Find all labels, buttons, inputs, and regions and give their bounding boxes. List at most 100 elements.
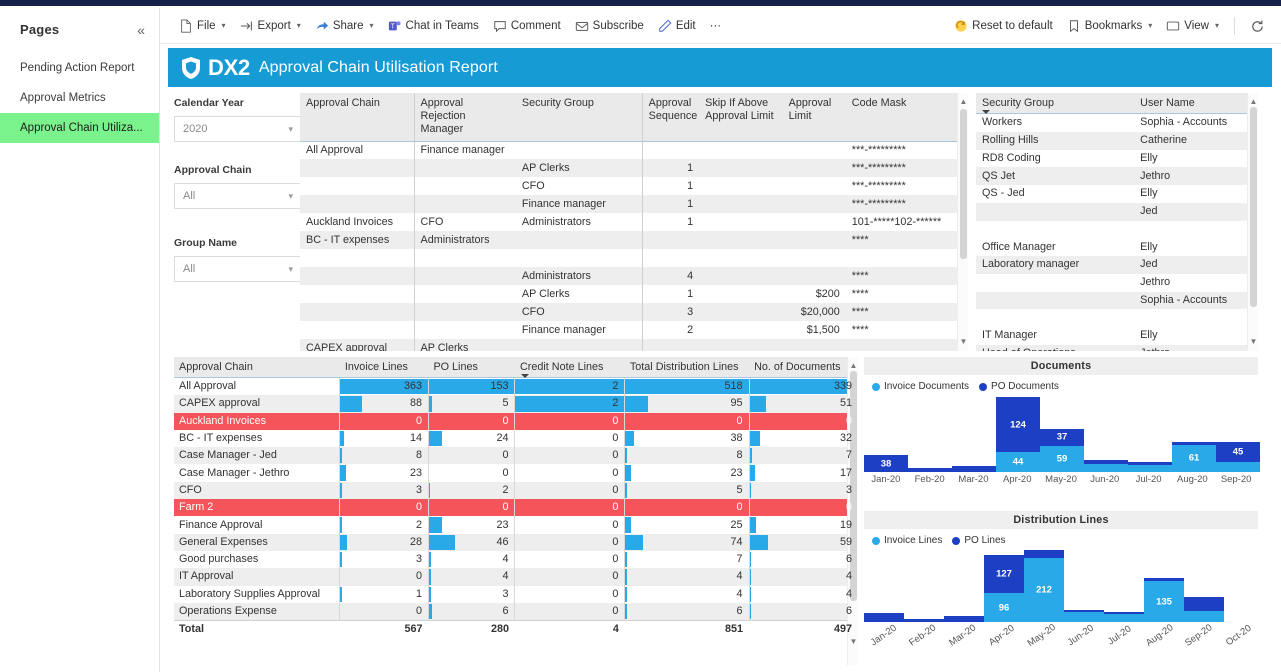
table-row[interactable]: Head of OperationsJethro	[976, 345, 1258, 351]
table-row[interactable]: IT ManagerElly	[976, 327, 1258, 345]
table-row[interactable]: Sophia - Accounts	[976, 292, 1258, 310]
view-menu-button[interactable]: View ▾	[1159, 16, 1226, 36]
chart-bar-column[interactable]: 12796	[984, 555, 1024, 622]
matrix-col-approval-chain[interactable]: Approval Chain	[300, 93, 414, 141]
table-row[interactable]: General Expenses284607459	[174, 534, 858, 551]
comment-button[interactable]: Comment	[486, 16, 568, 36]
summary-col-po-lines[interactable]: PO Lines	[428, 357, 515, 378]
chart-bar-column[interactable]: 61	[1172, 442, 1216, 472]
chart-bar-column[interactable]	[1184, 597, 1224, 622]
legend-item-po-documents[interactable]: PO Documents	[979, 381, 1059, 392]
table-row[interactable]	[976, 221, 1258, 239]
scroll-up-icon[interactable]: ▲	[958, 95, 968, 109]
chart-bar-column[interactable]	[1084, 460, 1128, 472]
table-row[interactable]: Finance Approval22302519	[174, 516, 858, 533]
table-row[interactable]	[300, 249, 968, 267]
slicer-group-name-dropdown[interactable]: All ▾	[174, 256, 302, 282]
table-row[interactable]: All ApprovalFinance manager ***-********…	[300, 141, 968, 159]
security-vertical-scrollbar[interactable]: ▲ ▼	[1247, 93, 1258, 351]
table-row[interactable]: Operations Expense06066	[174, 603, 858, 621]
export-menu-button[interactable]: Export ▾	[233, 16, 308, 36]
table-row[interactable]: CFO32053	[174, 482, 858, 499]
chart-bar-column[interactable]: 212	[1024, 550, 1064, 622]
chart-bar-column[interactable]	[1128, 462, 1172, 472]
table-row[interactable]: RD8 CodingElly	[976, 150, 1258, 168]
file-menu-button[interactable]: File ▾	[172, 16, 233, 36]
slicer-approval-chain-dropdown[interactable]: All ▾	[174, 183, 302, 209]
reset-to-default-button[interactable]: Reset to default	[947, 16, 1060, 36]
security-col-user-name[interactable]: User Name	[1134, 93, 1258, 114]
table-row[interactable]: Good purchases34076	[174, 551, 858, 568]
chart-bar-column[interactable]	[908, 468, 952, 472]
chart-bar-column[interactable]: 38	[864, 455, 908, 472]
table-row[interactable]: Case Manager - Jethro23002317	[174, 464, 858, 481]
chart-bar-column[interactable]	[1104, 612, 1144, 622]
table-row[interactable]: IT Approval04044	[174, 568, 858, 585]
chat-in-teams-button[interactable]: T Chat in Teams	[381, 16, 486, 36]
table-row[interactable]: QS - JedElly	[976, 185, 1258, 203]
chart-bar-column[interactable]: 12444	[996, 397, 1040, 472]
share-menu-button[interactable]: Share ▾	[308, 16, 381, 36]
chart-bar-column[interactable]	[944, 616, 984, 622]
table-row[interactable]: Jethro	[976, 274, 1258, 292]
edit-button[interactable]: Edit	[651, 16, 703, 36]
sidebar-item-approval-metrics[interactable]: Approval Metrics	[0, 83, 159, 113]
summary-col-credit-note-lines[interactable]: Credit Note Lines	[515, 357, 625, 378]
table-row[interactable]: Case Manager - Jed80087	[174, 447, 858, 464]
legend-item-invoice-lines[interactable]: Invoice Lines	[872, 535, 942, 546]
table-row[interactable]: All Approval3631532518339	[174, 378, 858, 396]
security-group-table-visual[interactable]: Security Group User Name WorkersSophia -…	[976, 93, 1258, 351]
table-row[interactable]: QS JetJethro	[976, 167, 1258, 185]
table-row[interactable]: AP Clerks1 $200****	[300, 285, 968, 303]
summary-col-invoice-lines[interactable]: Invoice Lines	[340, 357, 429, 378]
table-row[interactable]: Auckland Invoices00000	[174, 413, 858, 430]
chart-bar-column[interactable]: 135	[1144, 578, 1184, 622]
table-row[interactable]: BC - IT expensesAdministrators ****	[300, 231, 968, 249]
summary-col-total-distribution-lines[interactable]: Total Distribution Lines	[625, 357, 749, 378]
legend-item-invoice-documents[interactable]: Invoice Documents	[872, 381, 969, 392]
slicer-calendar-year-dropdown[interactable]: 2020 ▾	[174, 116, 302, 142]
table-row[interactable]: CAPEX approval88529551	[174, 395, 858, 412]
security-col-security-group[interactable]: Security Group	[976, 93, 1134, 114]
summary-col-no-of-documents[interactable]: No. of Documents	[749, 357, 858, 378]
table-row[interactable]: Office ManagerElly	[976, 238, 1258, 256]
table-row[interactable]: CAPEX approvalAP Clerks	[300, 339, 968, 351]
matrix-col-skip-if-above-approval-limit[interactable]: Skip If Above Approval Limit	[699, 93, 783, 141]
scroll-down-icon[interactable]: ▼	[848, 635, 858, 649]
security-scroll-thumb[interactable]	[1250, 107, 1257, 307]
chart-bar-column[interactable]: 45	[1216, 442, 1260, 472]
approval-chain-summary-table-visual[interactable]: Approval Chain Invoice Lines PO Lines Cr…	[174, 357, 858, 665]
matrix-col-approval-rejection-manager[interactable]: Approval Rejection Manager	[414, 93, 516, 141]
summary-col-approval-chain[interactable]: Approval Chain	[174, 357, 340, 378]
approval-chain-matrix-visual[interactable]: Approval Chain Approval Rejection Manage…	[300, 93, 968, 351]
chart-bar-column[interactable]: 3759	[1040, 429, 1084, 472]
matrix-col-approval-limit[interactable]: Approval Limit	[783, 93, 846, 141]
table-row[interactable]: Finance manager1 ***-*********	[300, 195, 968, 213]
table-row[interactable]: WorkersSophia - Accounts	[976, 114, 1258, 132]
table-row[interactable]: Laboratory managerJed	[976, 256, 1258, 274]
legend-item-po-lines[interactable]: PO Lines	[952, 535, 1005, 546]
scroll-down-icon[interactable]: ▼	[958, 335, 968, 349]
subscribe-button[interactable]: Subscribe	[568, 16, 651, 36]
scroll-down-icon[interactable]: ▼	[1248, 335, 1258, 349]
table-row[interactable]: AP Clerks1 ***-*********	[300, 159, 968, 177]
distribution-lines-chart-visual[interactable]: Distribution Lines Invoice Lines PO Line…	[864, 511, 1258, 669]
chart-bar-column[interactable]	[904, 619, 944, 622]
table-row[interactable]: Administrators4 ****	[300, 267, 968, 285]
table-row[interactable]: CFO1 ***-*********	[300, 177, 968, 195]
matrix-col-security-group[interactable]: Security Group	[516, 93, 642, 141]
chart-bar-column[interactable]	[1064, 610, 1104, 622]
sidebar-item-pending-action-report[interactable]: Pending Action Report	[0, 53, 159, 83]
table-row[interactable]: Rolling HillsCatherine	[976, 132, 1258, 150]
table-row[interactable]: Farm 200000	[174, 499, 858, 516]
matrix-col-code-mask[interactable]: Code Mask	[846, 93, 968, 141]
matrix-scroll-thumb[interactable]	[960, 109, 967, 259]
table-row[interactable]: CFO3 $20,000****	[300, 303, 968, 321]
table-row[interactable]	[976, 309, 1258, 327]
refresh-button[interactable]	[1243, 16, 1271, 36]
documents-chart-visual[interactable]: Documents Invoice Documents PO Documents…	[864, 357, 1258, 509]
collapse-pages-icon[interactable]: «	[137, 23, 145, 37]
matrix-vertical-scrollbar[interactable]: ▲ ▼	[957, 93, 968, 351]
table-row[interactable]: Finance manager2 $1,500****	[300, 321, 968, 339]
chart-bar-column[interactable]	[952, 466, 996, 472]
